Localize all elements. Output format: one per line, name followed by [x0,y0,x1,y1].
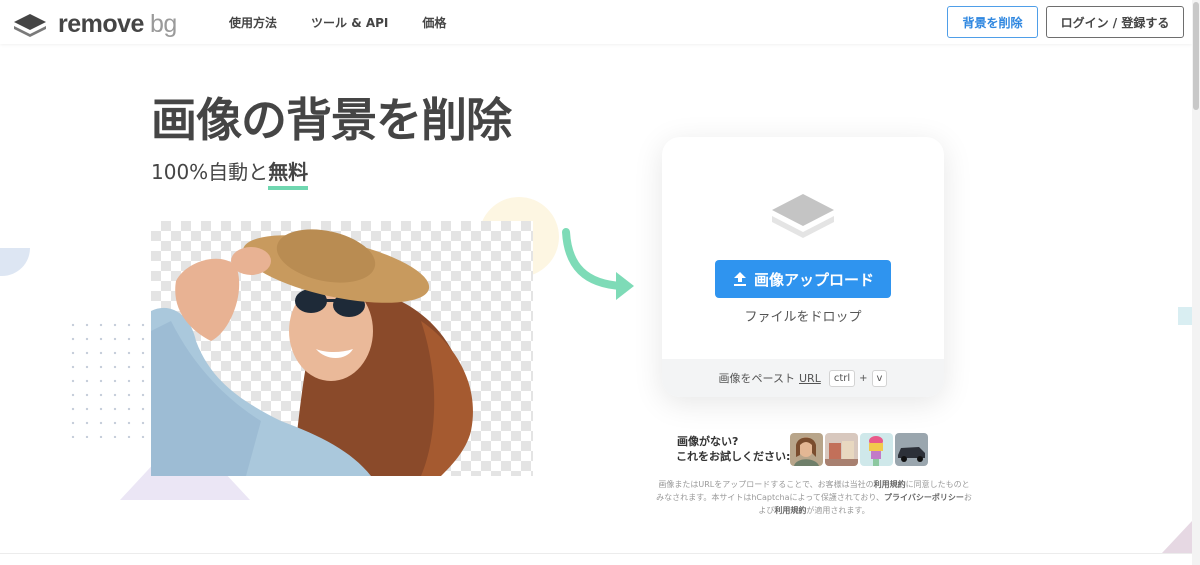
remove-background-button[interactable]: 背景を削除 [947,6,1038,38]
top-header: remove bg 使用方法 ツール & API 価格 背景を削除 ログイン / … [0,0,1192,44]
woman-cutout-illustration [151,229,473,476]
kbd-plus: + [859,372,868,384]
nav-item-tools-api[interactable]: ツール & API [311,14,388,31]
sample-thumb-woman[interactable] [790,433,823,466]
privacy-policy-link[interactable]: プライバシーポリシー [884,493,964,502]
drop-file-text: ファイルをドロップ [744,310,862,325]
kbd-ctrl: ctrl [828,369,856,387]
arrow-right-icon [562,228,634,300]
paste-url-link[interactable]: URL [799,372,821,385]
decor-square [1178,307,1192,325]
samples-line-2: これをお試しください: [676,450,791,463]
upload-card[interactable]: 画像アップロード ファイルをドロップ 画像をペースト URL ctrl + v [662,137,944,397]
logo-word-bg: bg [149,10,177,38]
hero-subtitle: 100%自動と無料 [151,156,308,185]
main-nav: 使用方法 ツール & API 価格 [229,14,480,31]
sample-thumb-product[interactable] [825,433,858,466]
sample-images-label: 画像がない? これをお試しください: [676,434,790,464]
upload-icon [733,272,746,286]
sample-thumb-car[interactable] [895,433,928,466]
hero-subtitle-highlight: 無料 [268,160,309,184]
legal-text-1: 画像またはURLをアップロードすることで、お客様は当社の [658,480,874,489]
kbd-v: v [871,369,888,387]
legal-notice: 画像またはURLをアップロードすることで、お客様は当社の利用規約に同意したものと… [656,478,972,517]
terms-link-1[interactable]: 利用規約 [874,480,906,489]
logo-wordmark: remove bg [58,10,177,39]
login-signup-button[interactable]: ログイン / 登録する [1046,6,1184,38]
decor-corner-triangle [1162,521,1192,553]
paste-bar: 画像をペースト URL ctrl + v [662,359,944,397]
paste-image-text: 画像をペースト [718,372,795,385]
terms-link-2[interactable]: 利用規約 [774,506,806,515]
scrollbar-thumb[interactable] [1193,2,1199,110]
sample-thumb-cake[interactable] [860,433,893,466]
hero-subtitle-prefix: 100%自動と [151,160,269,184]
section-divider [0,553,1192,554]
decor-half-circle [0,248,30,276]
layers-icon [772,194,834,238]
brand-logo[interactable]: remove bg [12,10,177,39]
nav-item-pricing[interactable]: 価格 [422,14,446,31]
nav-item-how-to[interactable]: 使用方法 [229,14,277,31]
legal-text-4: が適用されます。 [806,506,870,515]
hero-title: 画像の背景を削除 [151,93,512,147]
samples-line-1: 画像がない? [677,435,739,448]
logo-word-remove: remove [58,10,144,38]
demo-image [151,221,533,476]
decor-dot-grid [66,318,156,438]
logo-icon [14,13,46,37]
upload-button-label: 画像アップロード [753,270,874,289]
upload-image-button[interactable]: 画像アップロード [715,260,891,298]
